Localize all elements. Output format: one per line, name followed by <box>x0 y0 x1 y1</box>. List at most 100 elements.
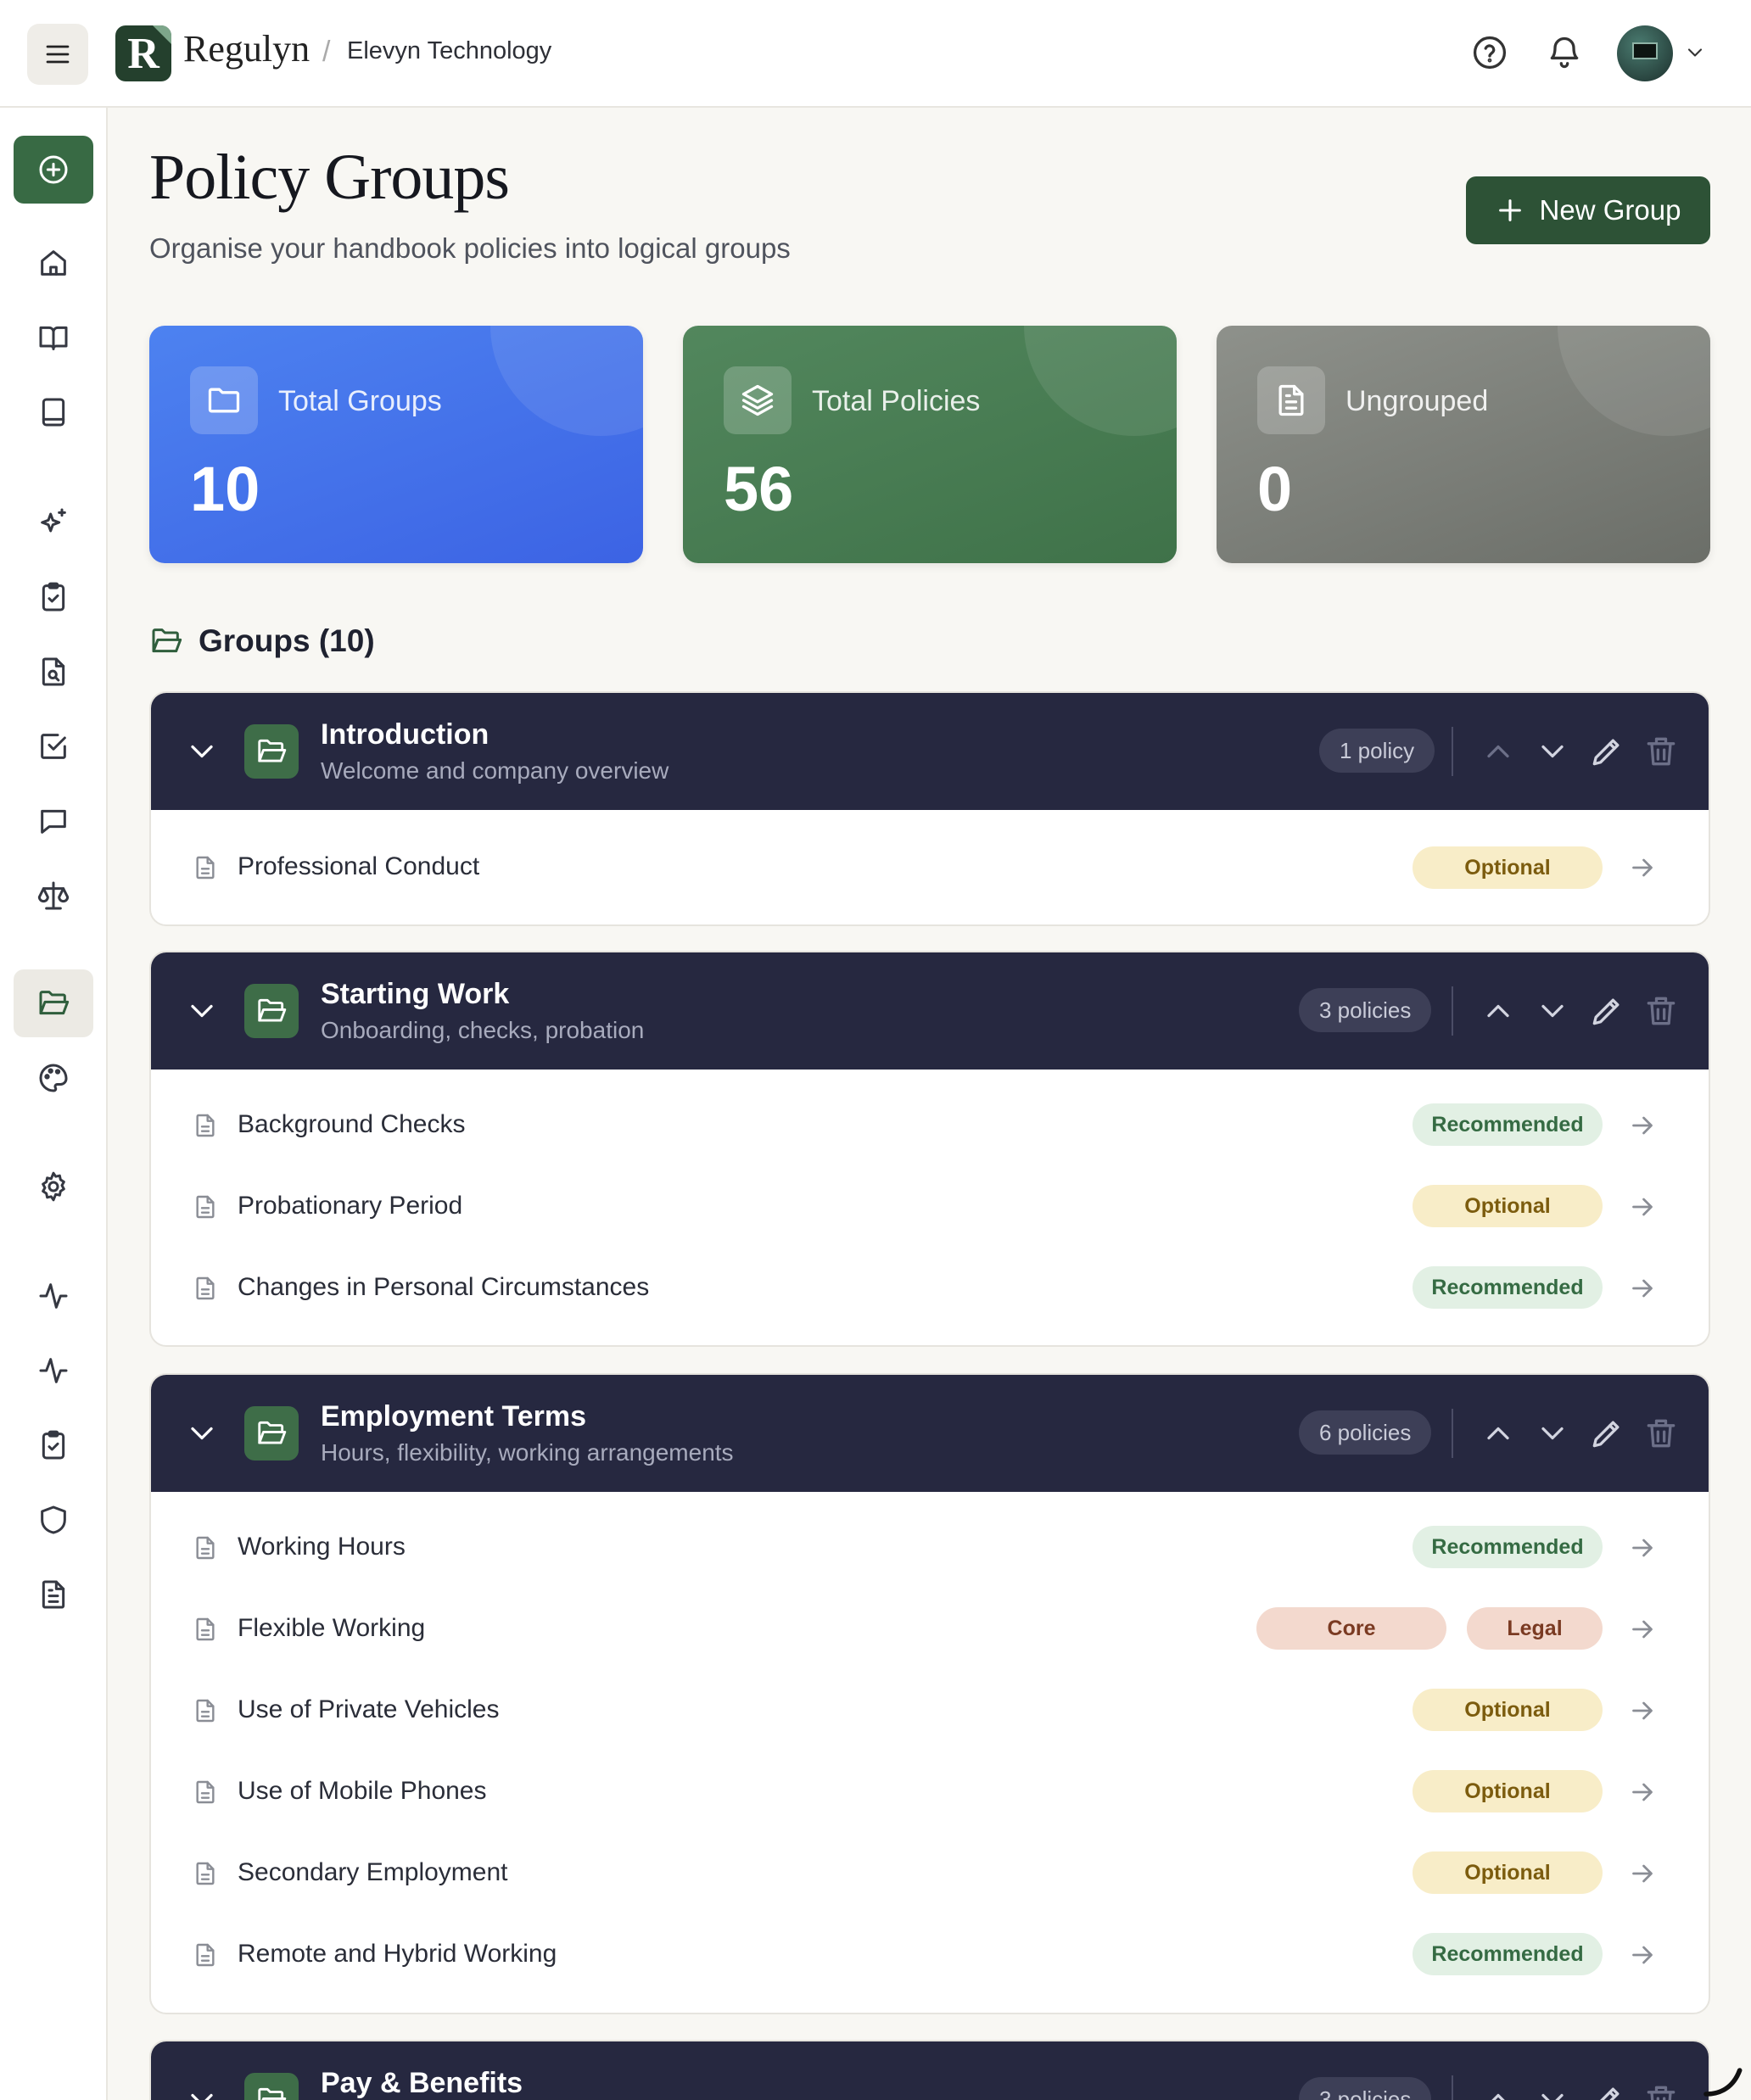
list-item[interactable]: Professional Conduct Optional <box>151 810 1709 924</box>
stat-card-ungrouped: Ungrouped 0 <box>1217 326 1710 563</box>
brand-name: Regulyn <box>183 28 310 70</box>
list-item[interactable]: Working Hours Recommended <box>151 1507 1709 1589</box>
folder-open-icon <box>258 2087 287 2100</box>
pulse-icon <box>39 1358 68 1383</box>
account-menu-toggle[interactable] <box>1683 41 1707 64</box>
breadcrumb-organisation[interactable]: Elevyn Technology <box>347 37 551 65</box>
group-description: Onboarding, checks, probation <box>321 1017 645 1043</box>
edit-group-button[interactable] <box>1588 1415 1625 1452</box>
list-item[interactable]: Background Checks Recommended <box>151 1085 1709 1166</box>
chevron-down-icon <box>191 745 213 758</box>
sidebar-item-branding[interactable] <box>14 1044 93 1112</box>
document-icon <box>196 1617 215 1641</box>
move-up-button[interactable] <box>1480 733 1517 770</box>
sidebar-item-policy-groups[interactable] <box>14 969 93 1037</box>
move-down-button[interactable] <box>1534 733 1571 770</box>
group-name: Employment Terms <box>321 1400 587 1433</box>
folder-open-icon <box>39 991 70 1015</box>
resize-cursor-icon <box>1700 2053 1748 2100</box>
document-icon <box>196 1536 215 1560</box>
home-icon <box>41 250 66 276</box>
move-up-button[interactable] <box>1480 992 1517 1030</box>
sidebar-item-approvals[interactable] <box>14 712 93 780</box>
sidebar-item-audits[interactable] <box>14 1411 93 1479</box>
move-up-button[interactable] <box>1480 2081 1517 2100</box>
chevron-down-icon <box>191 2093 213 2100</box>
arrow-right-icon <box>1632 1946 1653 1964</box>
sidebar-item-compliance[interactable] <box>14 862 93 930</box>
layers-icon <box>741 384 774 416</box>
delete-group-button[interactable] <box>1642 1415 1680 1452</box>
list-item[interactable]: Flexible Working Core Legal <box>151 1589 1709 1670</box>
brand-logo[interactable]: R <box>115 25 171 81</box>
group-header[interactable]: Pay & Benefits 3 policies <box>151 2041 1709 2100</box>
folder-open-icon <box>258 998 287 1022</box>
group-name: Starting Work <box>321 978 510 1010</box>
sidebar-item-library[interactable] <box>14 378 93 446</box>
collapse-toggle[interactable] <box>183 733 221 770</box>
trash-icon <box>1647 997 1675 1025</box>
edit-group-button[interactable] <box>1588 733 1625 770</box>
arrow-right-icon <box>1632 1116 1653 1135</box>
edit-group-button[interactable] <box>1588 2081 1625 2100</box>
trash-icon <box>1647 737 1675 766</box>
move-down-button[interactable] <box>1534 2081 1571 2100</box>
tag-badge: Recommended <box>1413 1526 1603 1568</box>
bell-icon <box>1550 36 1579 69</box>
chevron-down-icon <box>1687 48 1703 57</box>
sidebar-create-button[interactable] <box>14 136 93 204</box>
stat-value: 56 <box>724 454 794 524</box>
list-item[interactable]: Use of Mobile Phones Optional <box>151 1751 1709 1833</box>
delete-group-button[interactable] <box>1642 992 1680 1030</box>
sidebar-item-document-search[interactable] <box>14 638 93 706</box>
sidebar-item-home[interactable] <box>14 229 93 297</box>
policy-name: Secondary Employment <box>238 1858 508 1886</box>
sidebar-item-tasks[interactable] <box>14 563 93 631</box>
list-item[interactable]: Changes in Personal Circumstances Recomm… <box>151 1248 1709 1329</box>
page-subtitle: Organise your handbook policies into log… <box>149 232 791 264</box>
menu-toggle-button[interactable] <box>27 24 88 85</box>
move-up-button[interactable] <box>1480 1415 1517 1452</box>
delete-group-button[interactable] <box>1642 733 1680 770</box>
edit-group-button[interactable] <box>1588 992 1625 1030</box>
sidebar-item-messages[interactable] <box>14 787 93 855</box>
sidebar-item-activity[interactable] <box>14 1262 93 1330</box>
collapse-toggle[interactable] <box>183 1415 221 1452</box>
scales-icon <box>37 881 70 910</box>
arrow-right-icon <box>1632 1279 1653 1298</box>
pencil-icon <box>1592 739 1620 766</box>
group-name: Pay & Benefits <box>321 2067 523 2099</box>
move-down-button[interactable] <box>1534 1415 1571 1452</box>
document-icon <box>196 1780 215 1804</box>
collapse-toggle[interactable] <box>183 2081 221 2100</box>
list-item[interactable]: Remote and Hybrid Working Recommended <box>151 1914 1709 1996</box>
notifications-button[interactable] <box>1546 34 1583 71</box>
group-card: Introduction Welcome and company overvie… <box>149 691 1710 926</box>
sidebar-item-ai[interactable] <box>14 489 93 556</box>
document-icon <box>196 1943 215 1967</box>
sidebar-item-handbook[interactable] <box>14 304 93 371</box>
group-policy-count: 3 policies <box>1299 2077 1432 2100</box>
group-header[interactable]: Introduction Welcome and company overvie… <box>151 693 1709 810</box>
user-avatar[interactable] <box>1617 25 1673 81</box>
list-item[interactable]: Probationary Period Optional <box>151 1166 1709 1248</box>
sidebar-item-settings[interactable] <box>14 1153 93 1220</box>
new-group-button[interactable]: New Group <box>1466 176 1710 244</box>
move-down-button[interactable] <box>1534 992 1571 1030</box>
collapse-toggle[interactable] <box>183 992 221 1030</box>
list-item[interactable]: Secondary Employment Optional <box>151 1833 1709 1914</box>
help-button[interactable] <box>1471 34 1508 71</box>
sidebar-item-security[interactable] <box>14 1486 93 1554</box>
chat-icon <box>41 809 66 834</box>
delete-group-button[interactable] <box>1642 2081 1680 2100</box>
trash-icon <box>1647 1419 1675 1448</box>
sidebar-item-monitoring[interactable] <box>14 1337 93 1405</box>
group-header[interactable]: Starting Work Onboarding, checks, probat… <box>151 952 1709 1070</box>
page-title: Policy Groups <box>149 142 510 213</box>
breadcrumb-separator: / <box>322 36 331 68</box>
group-policy-count: 6 policies <box>1299 1410 1432 1455</box>
list-item[interactable]: Use of Private Vehicles Optional <box>151 1670 1709 1751</box>
sidebar-item-documents[interactable] <box>14 1561 93 1628</box>
policy-name: Probationary Period <box>238 1192 463 1220</box>
group-header[interactable]: Employment Terms Hours, flexibility, wor… <box>151 1375 1709 1492</box>
